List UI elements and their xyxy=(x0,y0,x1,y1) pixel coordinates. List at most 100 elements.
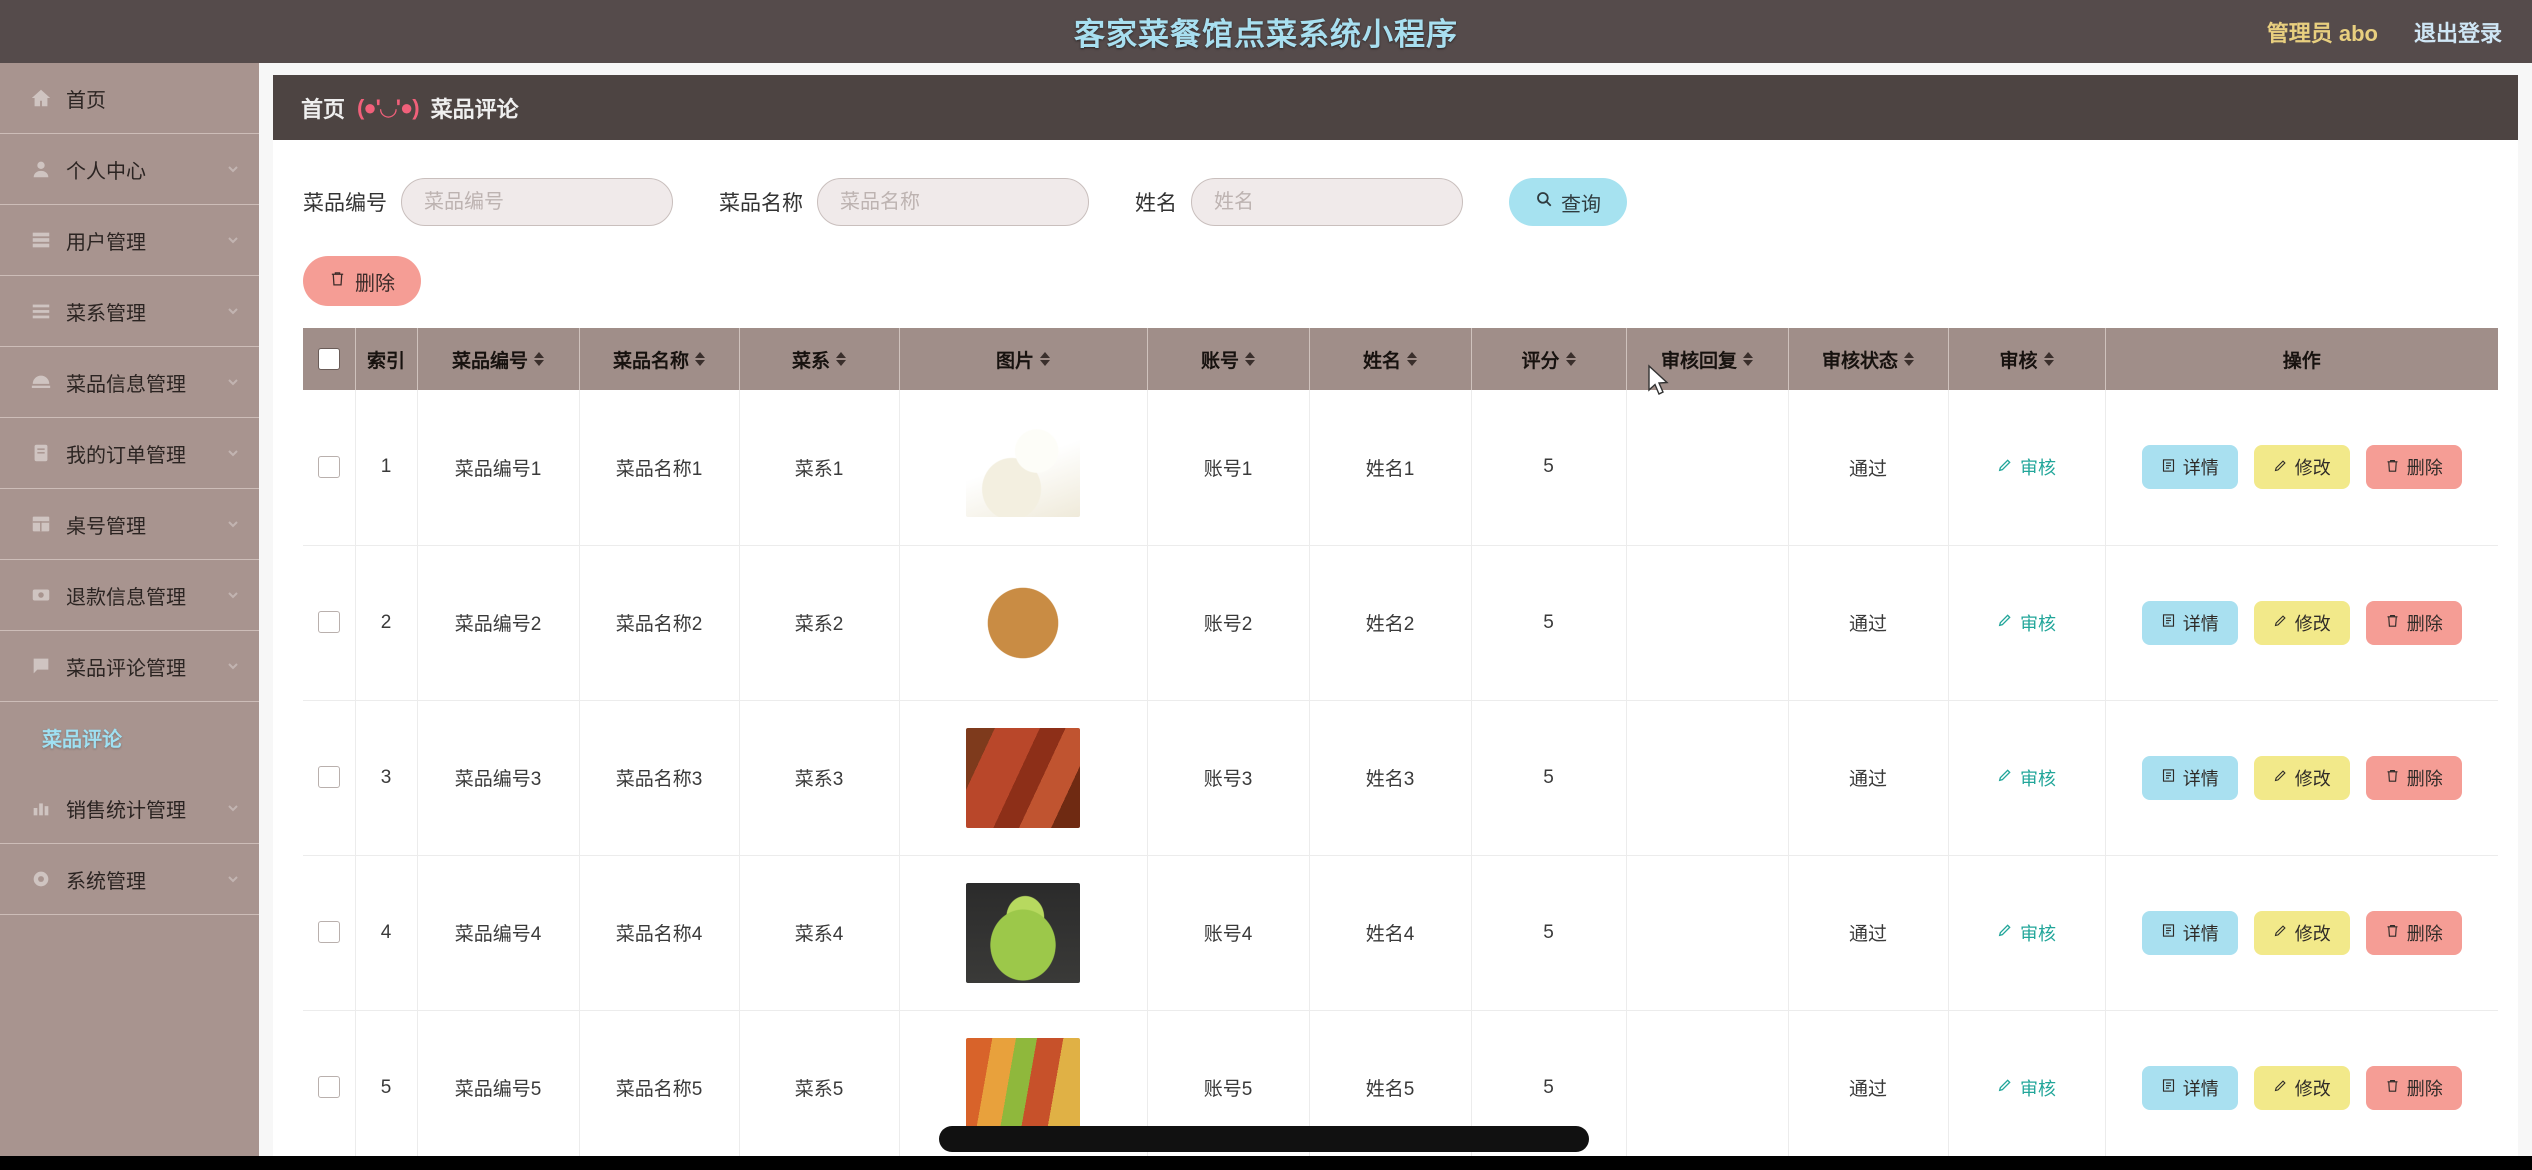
col-dish-no[interactable]: 菜品编号 xyxy=(417,328,580,390)
col-name[interactable]: 姓名 xyxy=(1309,328,1472,390)
horizontal-scrollbar[interactable] xyxy=(259,1126,2532,1152)
col-account[interactable]: 账号 xyxy=(1147,328,1310,390)
row-checkbox[interactable] xyxy=(317,921,340,944)
row-checkbox[interactable] xyxy=(317,766,340,789)
sort-icon[interactable] xyxy=(836,352,846,366)
sidebar-item-home[interactable]: 首页 xyxy=(0,63,259,134)
cell-audit[interactable]: 审核 xyxy=(1948,545,2106,701)
audit-link[interactable]: 审核 xyxy=(1997,610,2056,636)
filter-label-dish-name: 菜品名称 xyxy=(719,192,803,215)
select-all-checkbox[interactable] xyxy=(317,347,340,370)
detail-icon xyxy=(2161,1077,2176,1098)
scrollbar-thumb[interactable] xyxy=(939,1126,1589,1152)
sidebar-item-user-management[interactable]: 用户管理 xyxy=(0,205,259,276)
row-cuisine-value: 菜系2 xyxy=(794,614,844,635)
delete-button[interactable]: 删除 xyxy=(2365,1065,2462,1110)
sort-icon[interactable] xyxy=(534,352,544,366)
dish-thumbnail[interactable] xyxy=(966,1037,1080,1138)
col-cuisine[interactable]: 菜系 xyxy=(739,328,900,390)
col-dish-no-label: 菜品编号 xyxy=(451,350,528,372)
row-checkbox-cell[interactable] xyxy=(303,545,356,701)
detail-button[interactable]: 详情 xyxy=(2141,445,2238,490)
cell-audit[interactable]: 审核 xyxy=(1948,855,2106,1011)
sidebar-subitem-dish-comment[interactable]: 菜品评论 xyxy=(0,702,259,773)
sidebar-item-dish-comment-management[interactable]: 菜品评论管理 xyxy=(0,631,259,702)
delete-button[interactable]: 删除 xyxy=(2365,755,2462,800)
sort-icon[interactable] xyxy=(1904,352,1914,366)
edit-button-label: 修改 xyxy=(2294,1078,2331,1099)
dish-name-input[interactable] xyxy=(817,178,1089,226)
edit-button[interactable]: 修改 xyxy=(2253,445,2350,490)
row-checkbox[interactable] xyxy=(317,611,340,634)
sidebar-item-sales-statistics-management[interactable]: 销售统计管理 xyxy=(0,773,259,844)
cell-account: 账号3 xyxy=(1147,700,1310,856)
sidebar-item-system-management[interactable]: 系统管理 xyxy=(0,844,259,915)
sort-icon[interactable] xyxy=(2043,352,2054,366)
trash-icon xyxy=(329,270,346,293)
cell-image[interactable] xyxy=(899,545,1148,701)
name-input[interactable] xyxy=(1191,178,1463,226)
row-checkbox-cell[interactable] xyxy=(303,390,356,546)
dish-icon xyxy=(30,371,52,393)
sidebar-item-refund-info-management[interactable]: 退款信息管理 xyxy=(0,560,259,631)
sort-icon[interactable] xyxy=(1245,352,1255,366)
dish-thumbnail[interactable] xyxy=(966,727,1080,828)
edit-button[interactable]: 修改 xyxy=(2253,1065,2350,1110)
logout-button[interactable]: 退出登录 xyxy=(2414,16,2502,48)
chevron-down-icon xyxy=(225,445,241,461)
sidebar-item-label: 首页 xyxy=(66,89,106,112)
search-button[interactable]: 查询 xyxy=(1509,178,1627,226)
row-checkbox[interactable] xyxy=(317,1076,340,1099)
dish-thumbnail[interactable] xyxy=(966,417,1080,518)
edit-button[interactable]: 修改 xyxy=(2253,910,2350,955)
detail-button[interactable]: 详情 xyxy=(2141,910,2238,955)
col-dish-name[interactable]: 菜品名称 xyxy=(579,328,740,390)
sidebar-item-my-order-management[interactable]: 我的订单管理 xyxy=(0,418,259,489)
sort-icon[interactable] xyxy=(1407,352,1417,366)
sidebar-item-cuisine-management[interactable]: 菜系管理 xyxy=(0,276,259,347)
edit-button[interactable]: 修改 xyxy=(2253,600,2350,645)
cell-dish-no: 菜品编号1 xyxy=(417,390,580,546)
col-operations: 操作 xyxy=(2105,328,2498,390)
dish-no-input[interactable] xyxy=(401,178,673,226)
cell-audit[interactable]: 审核 xyxy=(1948,390,2106,546)
col-select-all[interactable] xyxy=(303,328,356,390)
breadcrumb-home[interactable]: 首页 xyxy=(301,92,345,124)
cell-operations: 详情 修改 删除 xyxy=(2105,700,2498,856)
audit-link[interactable]: 审核 xyxy=(1997,1075,2056,1101)
row-checkbox-cell[interactable] xyxy=(303,700,356,856)
audit-link[interactable]: 审核 xyxy=(1997,765,2056,791)
sort-icon[interactable] xyxy=(1565,352,1576,366)
audit-link[interactable]: 审核 xyxy=(1997,920,2056,946)
cell-image[interactable] xyxy=(899,390,1148,546)
sidebar-item-table-number-management[interactable]: 桌号管理 xyxy=(0,489,259,560)
col-score[interactable]: 评分 xyxy=(1471,328,1627,390)
sort-icon[interactable] xyxy=(695,352,705,366)
sidebar-item-personal-center[interactable]: 个人中心 xyxy=(0,134,259,205)
sidebar-nav[interactable]: 首页 个人中心 用户管理 菜系管理 菜品信息管理 我的订单管理 桌号管理 退款信… xyxy=(0,63,259,1170)
audit-link[interactable]: 审核 xyxy=(1997,454,2056,480)
sort-icon[interactable] xyxy=(1040,352,1050,366)
sidebar-item-dish-info-management[interactable]: 菜品信息管理 xyxy=(0,347,259,418)
col-audit-status[interactable]: 审核状态 xyxy=(1788,328,1949,390)
col-audit-reply[interactable]: 审核回复 xyxy=(1626,328,1789,390)
cell-image[interactable] xyxy=(899,855,1148,1011)
delete-button[interactable]: 删除 xyxy=(2365,445,2462,490)
dish-thumbnail[interactable] xyxy=(966,882,1080,983)
row-checkbox-cell[interactable] xyxy=(303,855,356,1011)
delete-button[interactable]: 删除 xyxy=(2365,600,2462,645)
detail-button[interactable]: 详情 xyxy=(2141,600,2238,645)
col-image[interactable]: 图片 xyxy=(899,328,1148,390)
sort-icon[interactable] xyxy=(1743,352,1753,366)
edit-button[interactable]: 修改 xyxy=(2253,755,2350,800)
filter-label-dish-no: 菜品编号 xyxy=(303,192,387,215)
detail-button[interactable]: 详情 xyxy=(2141,755,2238,800)
cell-image[interactable] xyxy=(899,700,1148,856)
cell-audit[interactable]: 审核 xyxy=(1948,700,2106,856)
col-audit[interactable]: 审核 xyxy=(1948,328,2106,390)
dish-thumbnail[interactable] xyxy=(966,572,1080,673)
row-checkbox[interactable] xyxy=(317,456,340,479)
bulk-delete-button[interactable]: 删除 xyxy=(303,256,421,306)
detail-button[interactable]: 详情 xyxy=(2141,1065,2238,1110)
delete-button[interactable]: 删除 xyxy=(2365,910,2462,955)
